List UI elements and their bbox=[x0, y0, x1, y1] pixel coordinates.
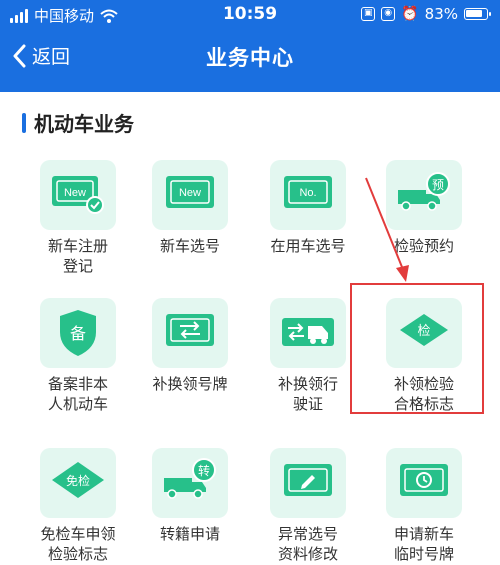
status-bar: 中国移动 10:59 ▣ ◉ ⏰ 83% bbox=[0, 0, 500, 30]
battery-percent: 83% bbox=[424, 5, 458, 23]
svg-text:No.: No. bbox=[299, 187, 316, 199]
section-accent bbox=[22, 112, 26, 133]
service-item-inspection-booking[interactable]: 预 检验预约 bbox=[364, 160, 484, 256]
inspection-booking-icon: 预 bbox=[398, 172, 450, 211]
alarm-icon: ⏰ bbox=[401, 6, 419, 22]
plate-number-icon: No. bbox=[284, 176, 332, 208]
item-label: 申请新车 临时号牌 bbox=[393, 525, 454, 563]
service-item-new-registration[interactable]: New 新车注册 登记 bbox=[18, 160, 138, 276]
svg-text:备: 备 bbox=[70, 324, 86, 343]
item-label: 新车注册 登记 bbox=[47, 237, 108, 275]
item-label: 在用车选号 bbox=[270, 237, 346, 255]
swap-plate-icon bbox=[166, 314, 214, 346]
svg-text:New: New bbox=[64, 187, 86, 199]
service-item-record-vehicle[interactable]: 备 备案非本 人机动车 bbox=[18, 298, 138, 414]
item-label: 异常选号 资料修改 bbox=[277, 525, 338, 563]
service-item-transfer[interactable]: 转 转籍申请 bbox=[130, 448, 250, 544]
section-title: 机动车业务 bbox=[34, 112, 134, 136]
item-label: 新车选号 bbox=[159, 237, 220, 255]
service-item-temp-plate[interactable]: 申请新车 临时号牌 bbox=[364, 448, 484, 564]
service-item-exempt-badge[interactable]: 免检 免检车申领 检验标志 bbox=[18, 448, 138, 564]
section-header: 机动车业务 bbox=[22, 108, 134, 137]
highlight-box bbox=[350, 283, 484, 414]
svg-text:预: 预 bbox=[432, 178, 444, 192]
new-registration-icon: New bbox=[52, 176, 104, 214]
exempt-badge-icon: 免检 bbox=[52, 462, 104, 498]
screen-lock-icon: ▣ bbox=[361, 7, 376, 21]
svg-text:New: New bbox=[179, 187, 201, 199]
transfer-truck-icon: 转 bbox=[164, 458, 216, 499]
service-item-plate-number[interactable]: No. 在用车选号 bbox=[248, 160, 368, 256]
item-label: 免检车申领 检验标志 bbox=[40, 525, 116, 563]
edit-document-icon bbox=[284, 464, 332, 496]
temp-plate-icon bbox=[400, 464, 448, 496]
nav-bar: 返回 业务中心 bbox=[0, 32, 500, 82]
new-plate-icon: New bbox=[166, 176, 214, 208]
item-label: 备案非本 人机动车 bbox=[47, 375, 108, 413]
service-item-swap-plate[interactable]: 补换领号牌 bbox=[130, 298, 250, 394]
page-title: 业务中心 bbox=[206, 46, 294, 70]
battery-icon bbox=[464, 8, 491, 20]
header-bar: 中国移动 10:59 ▣ ◉ ⏰ 83% 返回 业务中心 bbox=[0, 0, 500, 92]
record-shield-icon: 备 bbox=[60, 310, 96, 356]
portrait-lock-icon: ◉ bbox=[381, 7, 396, 21]
svg-text:转: 转 bbox=[198, 463, 210, 478]
item-label: 转籍申请 bbox=[159, 525, 220, 543]
item-label: 补换领号牌 bbox=[152, 375, 228, 393]
service-item-new-plate[interactable]: New 新车选号 bbox=[130, 160, 250, 256]
service-item-edit-data[interactable]: 异常选号 资料修改 bbox=[248, 448, 368, 564]
swap-license-icon bbox=[282, 318, 334, 346]
svg-text:免检: 免检 bbox=[66, 473, 90, 488]
item-label: 检验预约 bbox=[393, 237, 454, 255]
